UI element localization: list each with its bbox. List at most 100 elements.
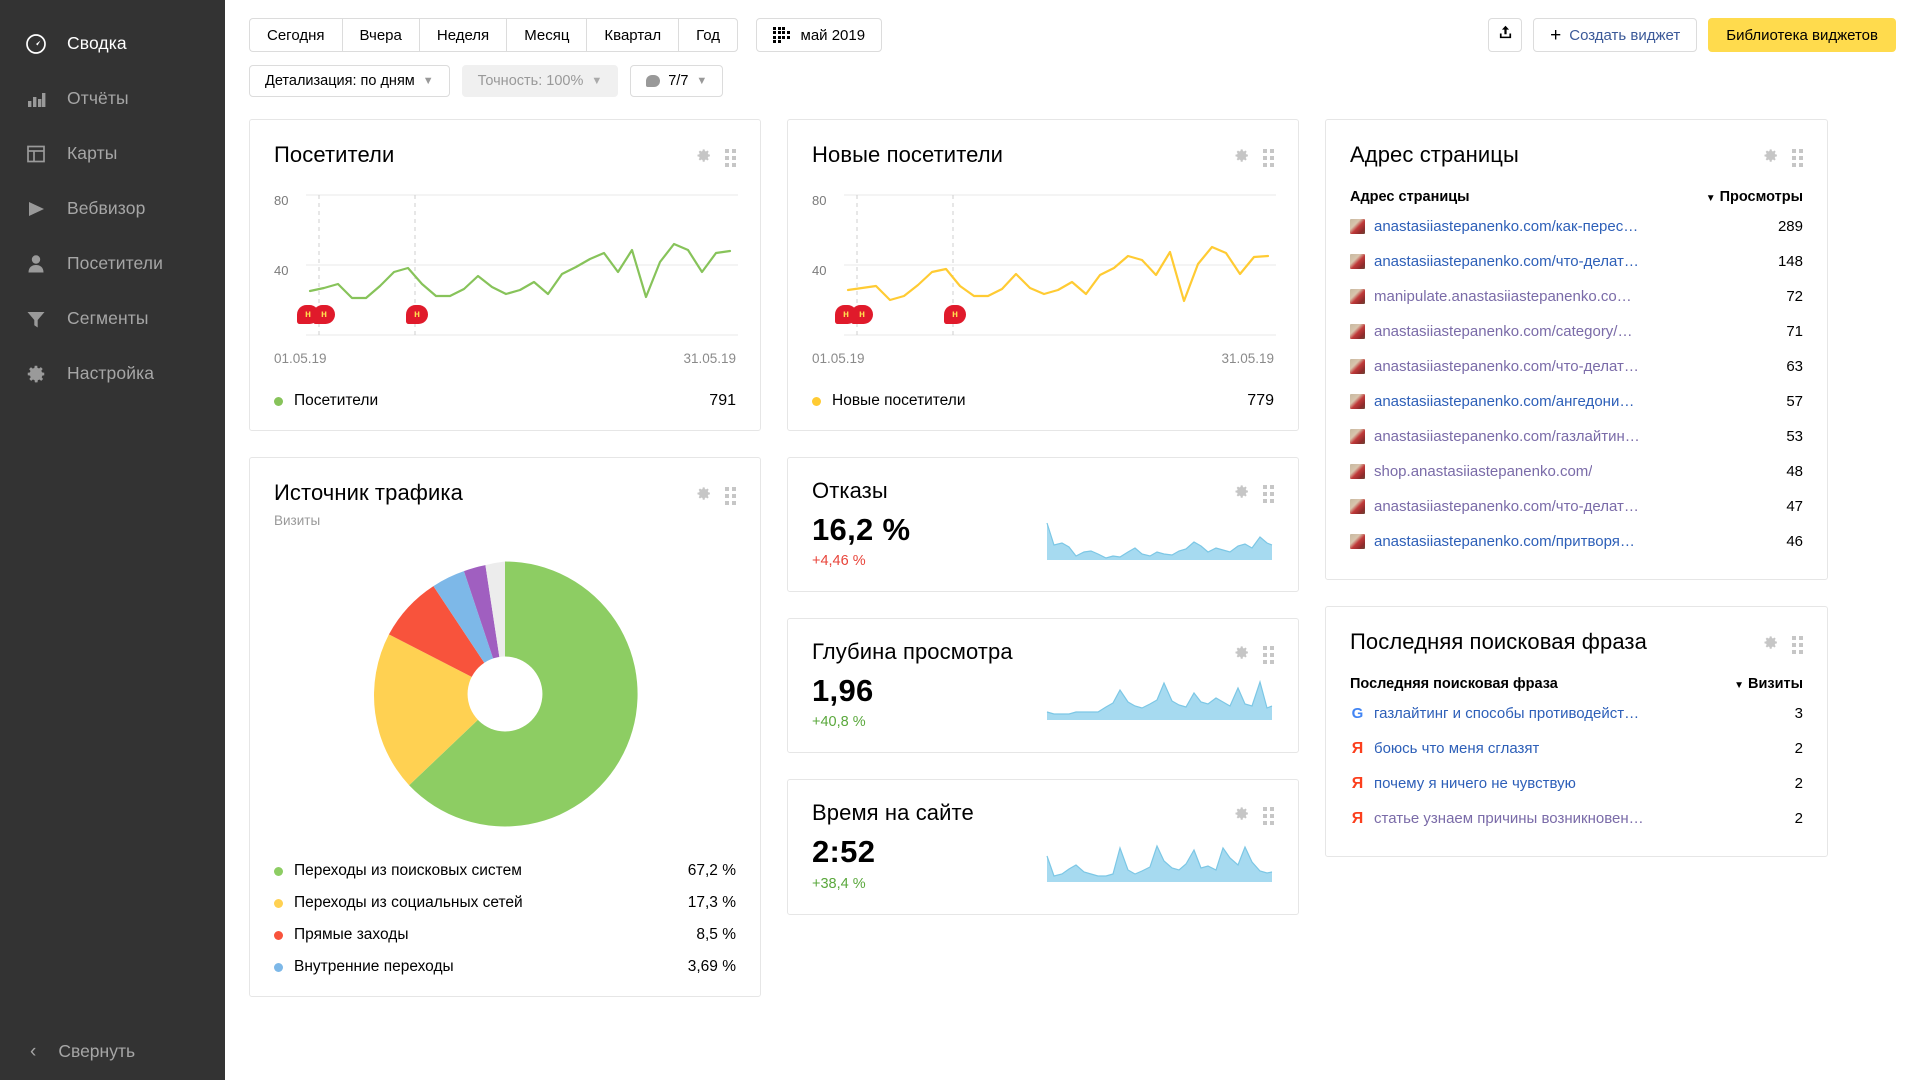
drag-handle-icon[interactable] [1263, 807, 1274, 825]
legend-value: 791 [709, 392, 736, 410]
row-value: 2 [1781, 740, 1803, 757]
sort-desc-icon: ▼ [1734, 680, 1744, 691]
table-row[interactable]: anastasiiastepanenko.com/газлайтин… 53 [1350, 419, 1803, 454]
site-favicon [1350, 324, 1365, 339]
row-label[interactable]: anastasiiastepanenko.com/что-делат… [1374, 498, 1639, 515]
widget-column-right: Адрес страницы Адрес страницы ▼Просмотры [1325, 119, 1828, 857]
legend-color-dot [274, 397, 283, 406]
site-favicon [1350, 289, 1365, 304]
gear-icon[interactable] [695, 147, 712, 169]
gear-icon[interactable] [1233, 644, 1250, 666]
table-row[interactable]: anastasiiastepanenko.com/притворя… 46 [1350, 524, 1803, 559]
accuracy-dropdown[interactable]: Точность: 100% ▼ [462, 65, 619, 97]
create-widget-button[interactable]: + Создать виджет [1533, 18, 1697, 52]
row-label[interactable]: manipulate.anastasiiastepanenko.co… [1374, 288, 1632, 305]
widget-column-middle: Новые посетители 80 40 [787, 119, 1299, 915]
page-address-table: Адрес страницы ▼Просмотры anastasiiastep… [1350, 189, 1803, 559]
gear-icon[interactable] [1233, 147, 1250, 169]
drag-handle-icon[interactable] [1263, 646, 1274, 664]
period-today[interactable]: Сегодня [249, 18, 342, 52]
period-week[interactable]: Неделя [419, 18, 506, 52]
sidebar-item-segmenty[interactable]: Сегменты [0, 291, 225, 346]
row-label[interactable]: anastasiiastepanenko.com/что-делат… [1374, 253, 1639, 270]
table-row[interactable]: shop.anastasiiastepanenko.com/ 48 [1350, 454, 1803, 489]
comment-marker[interactable]: н [313, 305, 335, 324]
gear-icon[interactable] [1233, 483, 1250, 505]
drag-handle-icon[interactable] [1263, 149, 1274, 167]
period-yesterday[interactable]: Вчера [342, 18, 419, 52]
table-row[interactable]: Я почему я ничего не чувствую 2 [1350, 766, 1803, 801]
legend-value: 779 [1247, 392, 1274, 410]
row-label[interactable]: боюсь что меня сглазят [1374, 740, 1539, 757]
period-quarter[interactable]: Квартал [586, 18, 678, 52]
gear-icon[interactable] [695, 485, 712, 507]
column-header-metric[interactable]: ▼Визиты [1734, 676, 1803, 692]
comments-dropdown[interactable]: 7/7 ▼ [630, 65, 723, 97]
period-month[interactable]: Месяц [506, 18, 586, 52]
widget-library-button[interactable]: Библиотека виджетов [1708, 18, 1896, 52]
date-range-picker[interactable]: май 2019 [756, 18, 882, 52]
row-label[interactable]: anastasiiastepanenko.com/что-делат… [1374, 358, 1639, 375]
legend-color-dot [274, 899, 283, 908]
row-label[interactable]: статье узнаем причины возникновен… [1374, 810, 1644, 827]
row-value: 3 [1781, 705, 1803, 722]
widget-header: Глубина просмотра [812, 639, 1274, 666]
sidebar-item-otchety[interactable]: Отчёты [0, 71, 225, 126]
sidebar-item-label: Отчёты [67, 88, 129, 109]
site-favicon [1350, 394, 1365, 409]
drag-handle-icon[interactable] [725, 487, 736, 505]
gear-icon[interactable] [1762, 634, 1779, 656]
funnel-icon [25, 308, 47, 330]
widget-title: Время на сайте [812, 800, 974, 826]
column-header-metric[interactable]: ▼Просмотры [1706, 189, 1803, 205]
site-favicon [1350, 429, 1365, 444]
table-row[interactable]: anastasiiastepanenko.com/как-перес… 289 [1350, 209, 1803, 244]
gear-icon[interactable] [1233, 805, 1250, 827]
site-favicon [1350, 254, 1365, 269]
gear-icon[interactable] [1762, 147, 1779, 169]
drag-handle-icon[interactable] [1263, 485, 1274, 503]
sidebar-item-nastroyka[interactable]: Настройка [0, 346, 225, 401]
toolbar: Сегодня Вчера Неделя Месяц Квартал Год м… [225, 0, 1920, 97]
comment-marker[interactable]: н [944, 305, 966, 324]
row-label[interactable]: anastasiiastepanenko.com/притворя… [1374, 533, 1635, 550]
comment-marker[interactable]: н [406, 305, 428, 324]
chart-svg [812, 189, 1276, 339]
sidebar-item-svodka[interactable]: Сводка [0, 16, 225, 71]
legend-label: Новые посетители [832, 392, 965, 410]
table-row[interactable]: anastasiiastepanenko.com/ангедони… 57 [1350, 384, 1803, 419]
legend-item: Переходы из социальных сетей 17,3 % [274, 894, 736, 912]
sidebar-item-karty[interactable]: Карты [0, 126, 225, 181]
row-label[interactable]: anastasiiastepanenko.com/газлайтин… [1374, 428, 1640, 445]
table-row[interactable]: manipulate.anastasiiastepanenko.co… 72 [1350, 279, 1803, 314]
sidebar-item-webvisor[interactable]: Вебвизор [0, 181, 225, 236]
table-row[interactable]: anastasiiastepanenko.com/что-делат… 63 [1350, 349, 1803, 384]
table-row[interactable]: Я статье узнаем причины возникновен… 2 [1350, 801, 1803, 836]
chart-svg [274, 189, 738, 339]
comment-marker[interactable]: н [851, 305, 873, 324]
y-tick-40: 40 [274, 263, 288, 278]
table-row[interactable]: anastasiiastepanenko.com/что-делат… 47 [1350, 489, 1803, 524]
sidebar-collapse-button[interactable]: ‹ Свернуть [0, 1041, 225, 1062]
sidebar-item-label: Сводка [67, 33, 127, 54]
row-label[interactable]: anastasiiastepanenko.com/category/… [1374, 323, 1632, 340]
sidebar-item-label: Настройка [67, 363, 154, 384]
sidebar-item-posetiteli[interactable]: Посетители [0, 236, 225, 291]
drag-handle-icon[interactable] [1792, 636, 1803, 654]
row-label[interactable]: anastasiiastepanenko.com/ангедони… [1374, 393, 1634, 410]
traffic-source-donut-chart [274, 550, 736, 838]
table-row[interactable]: G газлайтинг и способы противодейст… 3 [1350, 696, 1803, 731]
table-row[interactable]: anastasiiastepanenko.com/category/… 71 [1350, 314, 1803, 349]
detail-level-dropdown[interactable]: Детализация: по дням ▼ [249, 65, 450, 97]
drag-handle-icon[interactable] [725, 149, 736, 167]
table-row[interactable]: Я боюсь что меня сглазят 2 [1350, 731, 1803, 766]
period-year[interactable]: Год [678, 18, 738, 52]
export-button[interactable] [1488, 18, 1522, 52]
drag-handle-icon[interactable] [1792, 149, 1803, 167]
table-row[interactable]: anastasiiastepanenko.com/что-делат… 148 [1350, 244, 1803, 279]
row-label[interactable]: почему я ничего не чувствую [1374, 775, 1576, 792]
row-label[interactable]: anastasiiastepanenko.com/как-перес… [1374, 218, 1638, 235]
row-label[interactable]: shop.anastasiiastepanenko.com/ [1374, 463, 1592, 480]
row-value: 71 [1772, 323, 1803, 340]
row-label[interactable]: газлайтинг и способы противодейст… [1374, 705, 1639, 722]
